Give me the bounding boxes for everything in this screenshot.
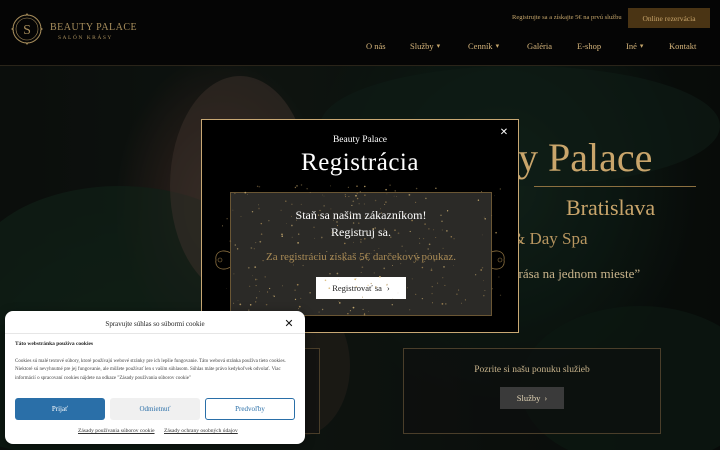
glitter-dot: [226, 288, 227, 289]
hero-title: y Palace: [518, 135, 653, 180]
glitter-dot: [492, 288, 493, 290]
glitter-dot: [226, 218, 228, 220]
hero-quote: krása na jednom mieste”: [512, 266, 641, 281]
svg-text:S: S: [23, 23, 31, 38]
chevron-right-icon: ›: [386, 283, 390, 293]
glitter-dot: [258, 185, 261, 188]
glitter-dot: [435, 187, 437, 189]
cookie-title: Spravujte súhlas so súbormi cookie: [105, 320, 205, 328]
cookie-body-text: Cookies sú malé textové súbory, ktoré po…: [15, 359, 286, 381]
card-gift-text: Za registráciu získaš 5€ darčekový pouka…: [266, 251, 456, 263]
glitter-dot: [495, 231, 497, 234]
site-logo[interactable]: S BEAUTY PALACE SALÓN KRÁSY: [8, 8, 137, 52]
register-button[interactable]: Registrovať sa ›: [316, 277, 406, 299]
glitter-dot: [415, 187, 418, 190]
nav-item-label: O nás: [366, 41, 386, 51]
chevron-down-icon: ▾: [436, 42, 441, 50]
chevron-down-icon: ▾: [495, 42, 500, 50]
nav-item-label: Cenník: [468, 41, 493, 51]
chevron-right-icon: ›: [544, 393, 548, 403]
glitter-dot: [499, 294, 502, 296]
glitter-dot: [356, 185, 358, 187]
glitter-dot: [306, 188, 308, 190]
glitter-dot: [330, 185, 332, 187]
preferences-button[interactable]: Predvoľby: [205, 398, 295, 420]
logo-tagline: SALÓN KRÁSY: [58, 35, 113, 41]
glitter-dot: [499, 188, 501, 190]
registration-card: Staň sa našim zákazníkom! Registruj sa. …: [230, 192, 492, 316]
promo-text: Registrujte sa a získajte 5€ na prvú slu…: [512, 14, 622, 21]
services-button-label: Služby: [516, 393, 541, 403]
glitter-dot: [493, 195, 495, 197]
services-button[interactable]: Služby ›: [500, 387, 564, 409]
modal-title: Registrácia: [301, 149, 419, 176]
accept-button[interactable]: Prijať: [15, 398, 105, 420]
glitter-dot: [364, 185, 366, 188]
nav-item-label: Galéria: [527, 41, 553, 51]
card-headline: Staň sa našim zákazníkom!: [295, 208, 427, 222]
glitter-dot: [294, 186, 297, 189]
nav-item-label: Kontakt: [669, 41, 697, 51]
divider: [5, 333, 305, 334]
nav-item-eshop[interactable]: E-shop: [577, 41, 601, 51]
deny-button[interactable]: Odmietnuť: [110, 398, 200, 420]
glitter-dot: [296, 185, 298, 187]
nav-item-pricing[interactable]: Cenník ▾: [468, 41, 499, 51]
registration-modal: ✕ Beauty Palace Registrácia Staň sa naši…: [201, 119, 519, 333]
services-box: Pozrite si našu ponuku služieb Služby ›: [403, 348, 661, 434]
nav-item-label: E-shop: [577, 41, 602, 51]
hero-city: Bratislava: [566, 195, 656, 220]
online-booking-button[interactable]: Online rezervácia: [628, 8, 710, 28]
logo-emblem-icon: S: [11, 13, 43, 45]
register-button-label: Registrovať sa: [332, 283, 382, 293]
cookie-subtitle: Táto webstránka používa cookies: [15, 341, 94, 347]
nav-item-gallery[interactable]: Galéria: [527, 41, 552, 51]
modal-kicker: Beauty Palace: [332, 135, 388, 145]
hero-divider: [534, 186, 696, 187]
glitter-dot: [300, 184, 303, 186]
glitter-dot: [385, 188, 387, 191]
chevron-down-icon: ▾: [639, 42, 644, 50]
logo-name: BEAUTY PALACE: [50, 22, 138, 33]
hero-spa-text: & Day Spa: [512, 229, 588, 248]
cookie-consent-banner: Spravujte súhlas so súbormi cookie ✕ Tát…: [5, 311, 305, 444]
nav-item-other[interactable]: Iné ▾: [626, 41, 643, 51]
nav-item-services[interactable]: Služby ▾: [410, 41, 440, 51]
glitter-dot: [389, 184, 391, 186]
nav-item-contact[interactable]: Kontakt: [669, 41, 696, 51]
glitter-dot: [222, 225, 223, 227]
privacy-policy-link[interactable]: Zásady ochrany osobných údajov: [164, 428, 238, 434]
nav-item-label: Služby: [410, 41, 434, 51]
site-header: S BEAUTY PALACE SALÓN KRÁSY Registrujte …: [0, 0, 720, 66]
nav-item-label: Iné: [626, 41, 637, 51]
nav-item-about[interactable]: O nás: [366, 41, 386, 51]
card-subline: Registruj sa.: [331, 225, 391, 239]
glitter-dot: [256, 185, 259, 188]
glitter-dot: [347, 186, 349, 188]
close-icon[interactable]: ✕: [283, 317, 295, 330]
cookie-policy-link[interactable]: Zásady používania súborov cookie: [78, 428, 155, 434]
services-text: Pozrite si našu ponuku služieb: [474, 365, 590, 375]
